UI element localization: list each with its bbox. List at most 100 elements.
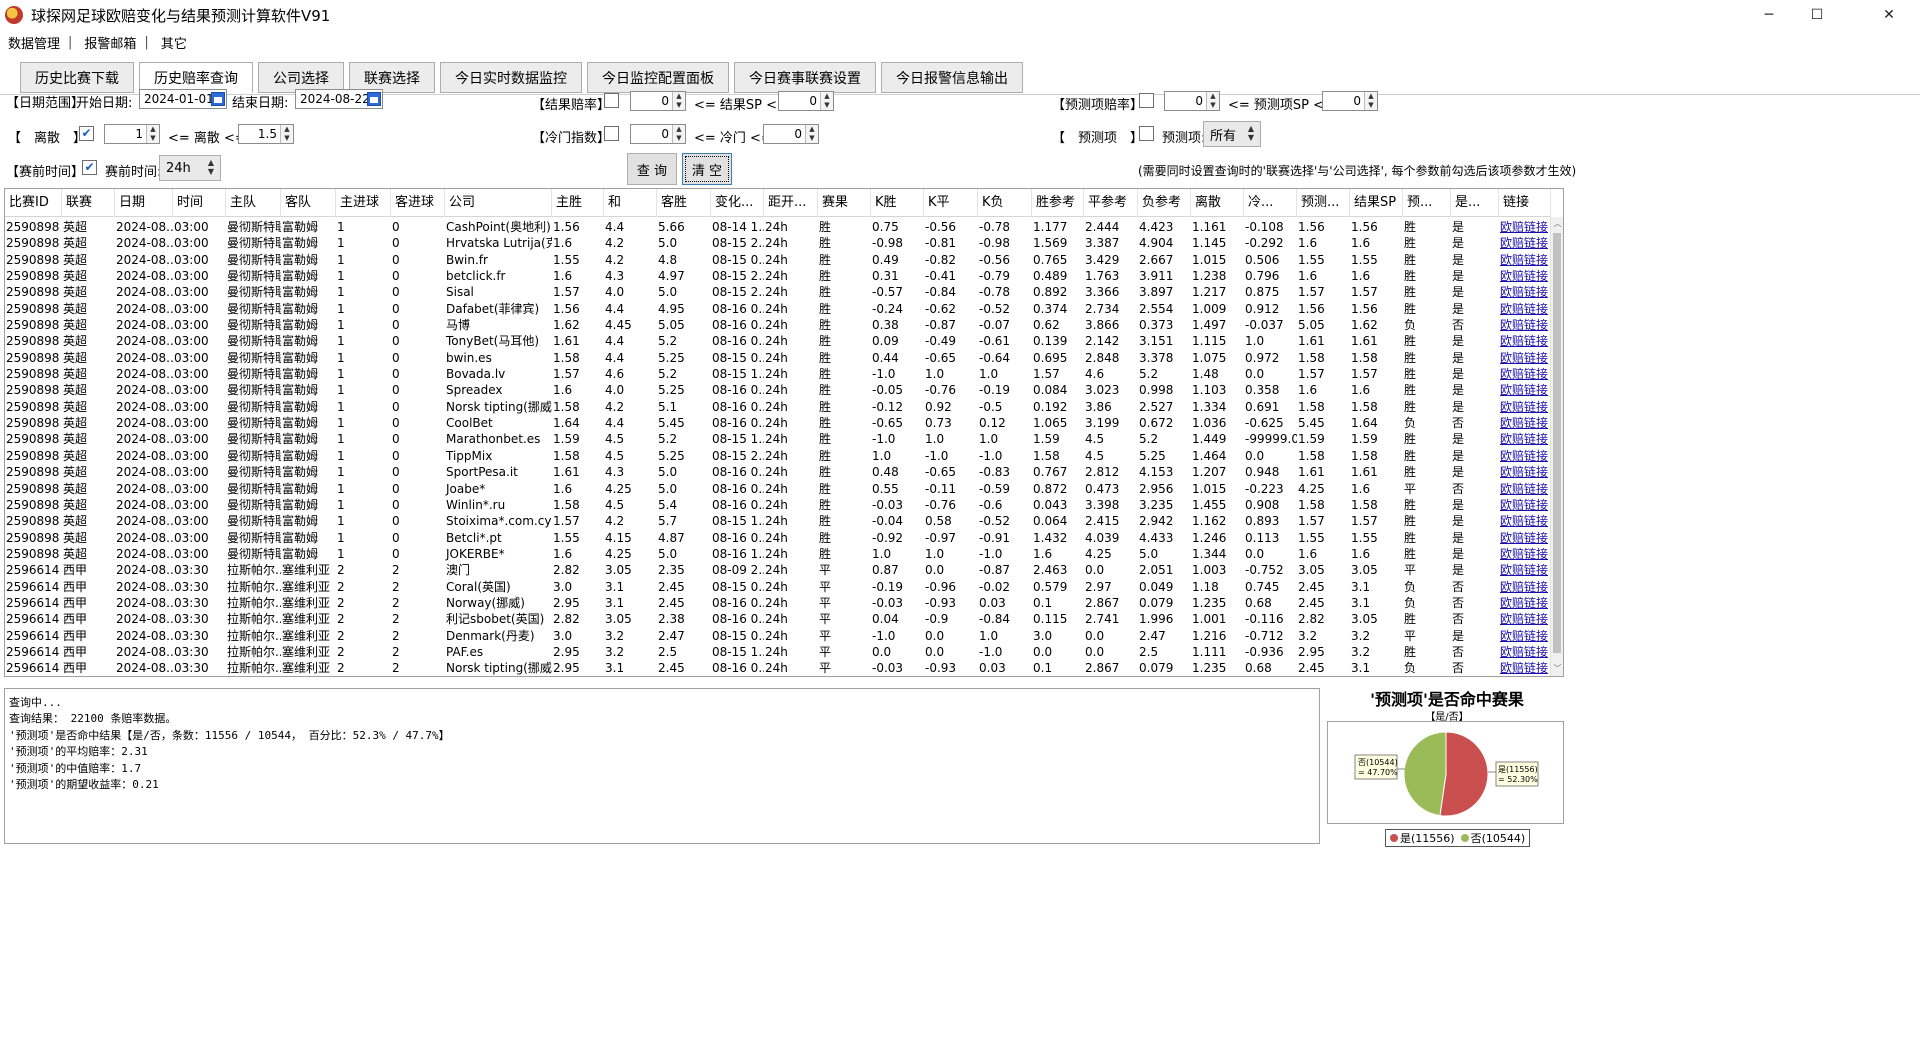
- column-header[interactable]: K平: [924, 189, 978, 217]
- calendar-icon[interactable]: [211, 92, 225, 106]
- table-row[interactable]: 2590898英超 2024-08...03:00 曼彻斯特联富勒姆 1 0 Betcli…: [5, 530, 1551, 546]
- table-row[interactable]: 2590898英超 2024-08...03:00 曼彻斯特联富勒姆 1 0 Norsk …: [5, 399, 1551, 415]
- odds-link[interactable]: 欧赔链接: [1499, 562, 1551, 578]
- table-row[interactable]: 2590898英超 2024-08...03:00 曼彻斯特联富勒姆 1 0 Hrvats…: [5, 235, 1551, 251]
- cold-min-input[interactable]: 0 ▲ ▼: [630, 124, 686, 144]
- result-odds-min-input[interactable]: 0 ▲ ▼: [630, 91, 686, 111]
- disperse-min-input[interactable]: 1 ▲ ▼: [104, 124, 160, 144]
- pred-odds-checkbox[interactable]: [1139, 93, 1154, 108]
- disperse-max-input[interactable]: 1.5 ▲ ▼: [238, 124, 294, 144]
- odds-table[interactable]: 比赛ID 联赛 日期 时间 主队 客队 主进球 客进球 公司 主胜和客胜 变化... 距开... 赛果 K…: [4, 188, 1564, 677]
- tab-monitor-config[interactable]: 今日监控配置面板: [587, 62, 729, 93]
- odds-link[interactable]: 欧赔链接: [1499, 660, 1551, 676]
- column-header[interactable]: 时间: [173, 189, 226, 217]
- odds-link[interactable]: 欧赔链接: [1499, 333, 1551, 349]
- table-row[interactable]: 2596614 西甲 2024-08... 03:30 拉斯帕尔... 塞维利亚 2 2 Cor…: [5, 579, 1551, 595]
- table-row[interactable]: 2590898英超 2024-08...03:00 曼彻斯特联富勒姆 1 0 bwin.e…: [5, 350, 1551, 366]
- column-header[interactable]: K胜: [871, 189, 924, 217]
- column-header[interactable]: 客进球: [391, 189, 445, 217]
- vertical-scrollbar[interactable]: ︿ ﹀: [1550, 217, 1563, 676]
- odds-link[interactable]: 欧赔链接: [1499, 252, 1551, 268]
- scrollbar-thumb[interactable]: [1553, 233, 1561, 653]
- query-log-output[interactable]: 查询中... 查询结果： 22100 条赔率数据。 '预测项'是否命中结果【是/否，…: [4, 688, 1320, 844]
- odds-link[interactable]: 欧赔链接: [1499, 546, 1551, 562]
- table-row[interactable]: 2590898英超 2024-08...03:00 曼彻斯特联富勒姆 1 0 Spread…: [5, 382, 1551, 398]
- column-header[interactable]: 客队: [281, 189, 336, 217]
- column-header[interactable]: 主队: [226, 189, 281, 217]
- pregame-time-select[interactable]: 24h ▲ ▼: [159, 155, 221, 181]
- column-header[interactable]: 公司: [445, 189, 552, 217]
- column-header[interactable]: 负参考: [1138, 189, 1191, 217]
- cold-index-checkbox[interactable]: [604, 126, 619, 141]
- odds-link[interactable]: 欧赔链接: [1499, 317, 1551, 333]
- column-header[interactable]: 预...: [1403, 189, 1451, 217]
- odds-link[interactable]: 欧赔链接: [1499, 595, 1551, 611]
- odds-link[interactable]: 欧赔链接: [1499, 628, 1551, 644]
- odds-link[interactable]: 欧赔链接: [1499, 301, 1551, 317]
- odds-link[interactable]: 欧赔链接: [1499, 497, 1551, 513]
- menu-other[interactable]: 其它: [153, 33, 191, 52]
- table-row[interactable]: 2590898英超 2024-08...03:00 曼彻斯特联富勒姆 1 0 betcli…: [5, 268, 1551, 284]
- calendar-icon[interactable]: [367, 92, 381, 106]
- column-header[interactable]: 主进球: [336, 189, 391, 217]
- odds-link[interactable]: 欧赔链接: [1499, 611, 1551, 627]
- spinner-arrows-icon[interactable]: ▲ ▼: [672, 125, 685, 143]
- column-header[interactable]: 联赛: [62, 189, 115, 217]
- table-row[interactable]: 2596614 西甲 2024-08... 03:30 拉斯帕尔... 塞维利亚 2 2 Nor…: [5, 595, 1551, 611]
- odds-link[interactable]: 欧赔链接: [1499, 219, 1551, 235]
- table-row[interactable]: 2590898英超 2024-08...03:00 曼彻斯特联富勒姆 1 0 Joabe*…: [5, 481, 1551, 497]
- column-header[interactable]: 和: [604, 189, 657, 217]
- column-header[interactable]: 变化...: [711, 189, 764, 217]
- spinner-arrows-icon[interactable]: ▲ ▼: [820, 92, 833, 110]
- odds-link[interactable]: 欧赔链接: [1499, 431, 1551, 447]
- table-row[interactable]: 2596614 西甲 2024-08... 03:30 拉斯帕尔... 塞维利亚 2 2 Den…: [5, 628, 1551, 644]
- column-header[interactable]: 离散: [1191, 189, 1244, 217]
- pred-item-select[interactable]: 所有 ▲ ▼: [1203, 121, 1261, 147]
- table-row[interactable]: 2590898英超 2024-08...03:00 曼彻斯特联富勒姆 1 0 Stoixi…: [5, 513, 1551, 529]
- spinner-arrows-icon[interactable]: ▲ ▼: [1206, 92, 1219, 110]
- spinner-arrows-icon[interactable]: ▲ ▼: [280, 125, 293, 143]
- odds-link[interactable]: 欧赔链接: [1499, 448, 1551, 464]
- table-row[interactable]: 2590898英超 2024-08...03:00 曼彻斯特联富勒姆 1 0 CoolBe…: [5, 415, 1551, 431]
- clear-button[interactable]: 清 空: [682, 153, 732, 185]
- table-row[interactable]: 2590898英超 2024-08...03:00 曼彻斯特联富勒姆 1 0 SportP…: [5, 464, 1551, 480]
- column-header[interactable]: 距开...: [764, 189, 818, 217]
- table-row[interactable]: 2590898英超 2024-08...03:00 曼彻斯特联富勒姆 1 0 马博 1.62…: [5, 317, 1551, 333]
- odds-link[interactable]: 欧赔链接: [1499, 235, 1551, 251]
- start-date-picker[interactable]: 2024-01-01: [139, 89, 227, 109]
- column-header[interactable]: 结果SP: [1350, 189, 1403, 217]
- odds-link[interactable]: 欧赔链接: [1499, 268, 1551, 284]
- table-row[interactable]: 2590898英超 2024-08...03:00 曼彻斯特联富勒姆 1 0 Bovada…: [5, 366, 1551, 382]
- spinner-arrows-icon[interactable]: ▲ ▼: [805, 125, 818, 143]
- column-header[interactable]: 客胜: [657, 189, 711, 217]
- odds-link[interactable]: 欧赔链接: [1499, 366, 1551, 382]
- odds-link[interactable]: 欧赔链接: [1499, 579, 1551, 595]
- column-header[interactable]: 平参考: [1084, 189, 1138, 217]
- tab-league-settings[interactable]: 今日赛事联赛设置: [734, 62, 876, 93]
- minimize-button[interactable]: ─: [1746, 0, 1792, 30]
- table-row[interactable]: 2596614 西甲 2024-08... 03:30 拉斯帕尔... 塞维利亚 2 2 Nor…: [5, 660, 1551, 676]
- column-header[interactable]: 链接: [1499, 189, 1551, 217]
- table-row[interactable]: 2590898英超 2024-08...03:00 曼彻斯特联富勒姆 1 0 Sisal 1…: [5, 284, 1551, 300]
- tab-realtime-monitor[interactable]: 今日实时数据监控: [440, 62, 582, 93]
- pred-odds-min-input[interactable]: 0 ▲ ▼: [1164, 91, 1220, 111]
- spinner-arrows-icon[interactable]: ▲ ▼: [146, 125, 159, 143]
- column-header[interactable]: 主胜: [552, 189, 604, 217]
- table-row[interactable]: 2590898英超 2024-08...03:00 曼彻斯特联富勒姆 1 0 JOKERB…: [5, 546, 1551, 562]
- scroll-up-icon[interactable]: ︿: [1551, 217, 1563, 231]
- query-button[interactable]: 查 询: [627, 153, 677, 185]
- table-row[interactable]: 2590898英超 2024-08...03:00 曼彻斯特联富勒姆 1 0 Winlin…: [5, 497, 1551, 513]
- odds-link[interactable]: 欧赔链接: [1499, 530, 1551, 546]
- pred-item-checkbox[interactable]: [1139, 126, 1154, 141]
- table-row[interactable]: 2590898英超 2024-08...03:00 曼彻斯特联富勒姆 1 0 CashPo…: [5, 219, 1551, 235]
- result-odds-max-input[interactable]: 0 ▲ ▼: [778, 91, 834, 111]
- column-header[interactable]: 预测...: [1297, 189, 1350, 217]
- column-header[interactable]: 胜参考: [1032, 189, 1084, 217]
- table-row[interactable]: 2590898英超 2024-08...03:00 曼彻斯特联富勒姆 1 0 Marath…: [5, 431, 1551, 447]
- result-odds-checkbox[interactable]: [604, 93, 619, 108]
- menu-alert-email[interactable]: 报警邮箱: [76, 33, 140, 52]
- cold-max-input[interactable]: 0 ▲ ▼: [763, 124, 819, 144]
- table-row[interactable]: 2590898英超 2024-08...03:00 曼彻斯特联富勒姆 1 0 Dafabe…: [5, 301, 1551, 317]
- spinner-arrows-icon[interactable]: ▲ ▼: [1364, 92, 1377, 110]
- odds-link[interactable]: 欧赔链接: [1499, 284, 1551, 300]
